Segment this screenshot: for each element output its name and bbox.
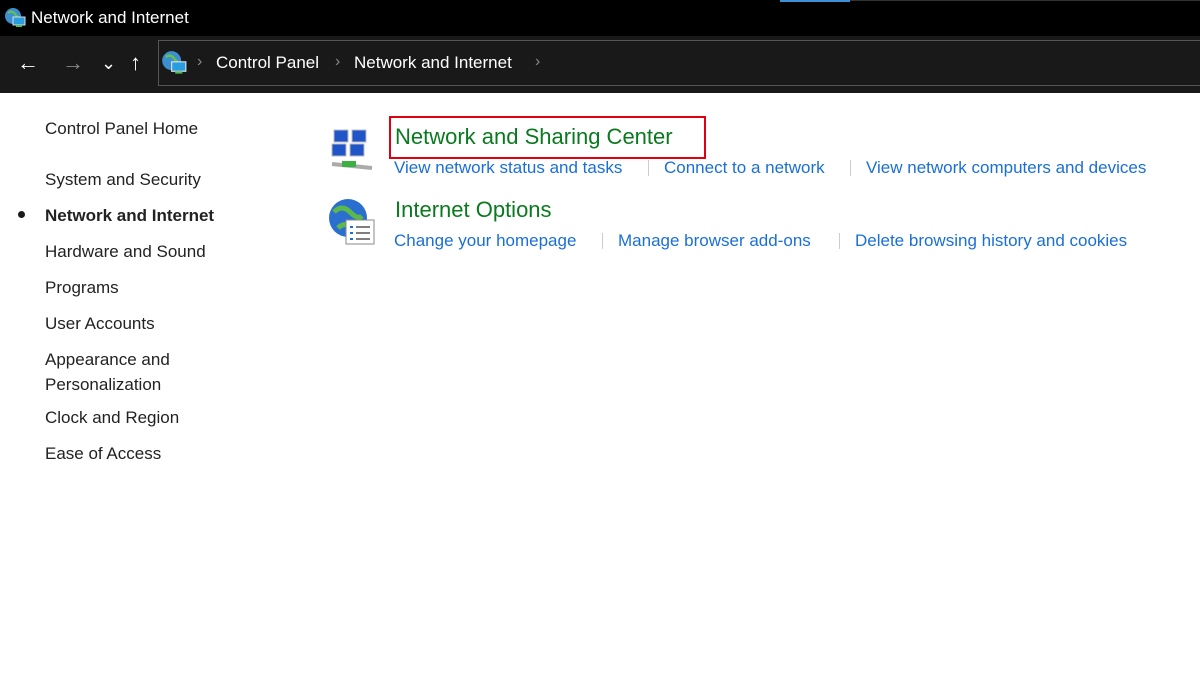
- address-bar[interactable]: › Control Panel › Network and Internet ›: [158, 40, 1200, 86]
- sidebar-item-appearance[interactable]: Appearance and Personalization: [45, 347, 195, 397]
- network-globe-icon: [5, 8, 26, 27]
- back-arrow-icon[interactable]: ←: [17, 50, 39, 76]
- divider: [648, 160, 649, 176]
- window-title: Network and Internet: [31, 8, 189, 27]
- up-arrow-icon[interactable]: ↑: [130, 50, 141, 76]
- sidebar-item-network-internet[interactable]: Network and Internet: [45, 203, 214, 228]
- tab-accent: [780, 0, 850, 2]
- sidebar-item-user-accounts[interactable]: User Accounts: [45, 311, 155, 336]
- manage-add-ons-link[interactable]: Manage browser add-ons: [618, 231, 811, 251]
- connect-to-network-link[interactable]: Connect to a network: [664, 158, 825, 178]
- active-bullet: [18, 211, 25, 218]
- navigation-bar: ← → ⌄ ↑ › Control Panel › Network and In…: [0, 36, 1200, 93]
- divider: [839, 233, 840, 249]
- network-sharing-center-link[interactable]: Network and Sharing Center: [395, 124, 673, 150]
- forward-arrow-icon[interactable]: →: [62, 50, 84, 76]
- breadcrumb-network-and-internet[interactable]: Network and Internet: [354, 53, 512, 73]
- network-computers-icon: [331, 129, 373, 170]
- sidebar-control-panel-home[interactable]: Control Panel Home: [45, 116, 198, 141]
- chevron-right-icon[interactable]: ›: [535, 53, 540, 71]
- chevron-right-icon[interactable]: ›: [335, 53, 340, 71]
- internet-options-link[interactable]: Internet Options: [395, 197, 552, 223]
- sidebar-item-clock-region[interactable]: Clock and Region: [45, 405, 179, 430]
- delete-browsing-history-link[interactable]: Delete browsing history and cookies: [855, 231, 1127, 251]
- breadcrumb-control-panel[interactable]: Control Panel: [216, 53, 319, 73]
- view-network-computers-link[interactable]: View network computers and devices: [866, 158, 1146, 178]
- internet-options-globe-icon: [329, 199, 375, 245]
- sidebar-item-hardware-sound[interactable]: Hardware and Sound: [45, 239, 206, 264]
- view-network-status-link[interactable]: View network status and tasks: [394, 158, 622, 178]
- recent-locations-chevron-icon[interactable]: ⌄: [101, 50, 116, 76]
- divider: [602, 233, 603, 249]
- title-line: [850, 0, 1200, 1]
- sidebar-item-system-security[interactable]: System and Security: [45, 167, 201, 192]
- change-homepage-link[interactable]: Change your homepage: [394, 231, 576, 251]
- sidebar-item-ease-of-access[interactable]: Ease of Access: [45, 441, 161, 466]
- sidebar-item-programs[interactable]: Programs: [45, 275, 119, 300]
- chevron-right-icon[interactable]: ›: [197, 53, 202, 71]
- divider: [850, 160, 851, 176]
- title-bar: Network and Internet: [0, 0, 1200, 36]
- network-globe-icon: [162, 51, 187, 74]
